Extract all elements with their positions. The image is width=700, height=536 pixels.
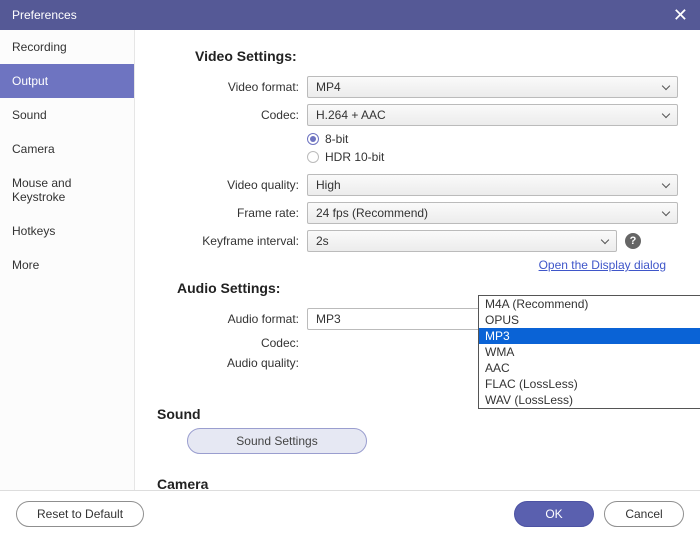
video-quality-select[interactable]: High: [307, 174, 678, 196]
chevron-down-icon: [662, 208, 670, 216]
dropdown-option[interactable]: M4A (Recommend): [479, 296, 700, 312]
keyframe-select[interactable]: 2s: [307, 230, 617, 252]
dropdown-option[interactable]: AAC: [479, 360, 700, 376]
sidebar-item-mouse-keystroke[interactable]: Mouse and Keystroke: [0, 166, 134, 214]
frame-rate-select[interactable]: 24 fps (Recommend): [307, 202, 678, 224]
chevron-down-icon: [601, 236, 609, 244]
sound-settings-button[interactable]: Sound Settings: [187, 428, 367, 454]
keyframe-label: Keyframe interval:: [157, 234, 307, 248]
video-format-select[interactable]: MP4: [307, 76, 678, 98]
radio-hdr[interactable]: HDR 10-bit: [307, 150, 384, 164]
dropdown-option[interactable]: OPUS: [479, 312, 700, 328]
ok-button[interactable]: OK: [514, 501, 594, 527]
radio-8bit[interactable]: 8-bit: [307, 132, 348, 146]
video-quality-label: Video quality:: [157, 178, 307, 192]
dropdown-option[interactable]: WMA: [479, 344, 700, 360]
cancel-button[interactable]: Cancel: [604, 501, 684, 527]
chevron-down-icon: [662, 110, 670, 118]
sidebar-item-hotkeys[interactable]: Hotkeys: [0, 214, 134, 248]
audio-format-label: Audio format:: [157, 312, 307, 326]
camera-section-heading: Camera: [157, 476, 678, 490]
audio-codec-label: Codec:: [157, 336, 307, 350]
sidebar-item-recording[interactable]: Recording: [0, 30, 134, 64]
title-bar: Preferences ✕: [0, 0, 700, 30]
sidebar: Recording Output Sound Camera Mouse and …: [0, 30, 135, 490]
video-codec-select[interactable]: H.264 + AAC: [307, 104, 678, 126]
reset-to-default-button[interactable]: Reset to Default: [16, 501, 144, 527]
video-codec-label: Codec:: [157, 108, 307, 122]
chevron-down-icon: [662, 180, 670, 188]
frame-rate-label: Frame rate:: [157, 206, 307, 220]
footer: Reset to Default OK Cancel: [0, 490, 700, 536]
dropdown-option[interactable]: FLAC (LossLess): [479, 376, 700, 392]
sidebar-item-more[interactable]: More: [0, 248, 134, 282]
chevron-down-icon: [662, 82, 670, 90]
audio-format-dropdown[interactable]: M4A (Recommend) OPUS MP3 WMA AAC FLAC (L…: [478, 295, 700, 409]
video-format-label: Video format:: [157, 80, 307, 94]
dropdown-option[interactable]: MP3: [479, 328, 700, 344]
help-icon[interactable]: ?: [625, 233, 641, 249]
sidebar-item-camera[interactable]: Camera: [0, 132, 134, 166]
sidebar-item-output[interactable]: Output: [0, 64, 134, 98]
audio-settings-heading: Audio Settings:: [177, 280, 678, 296]
dropdown-option[interactable]: WAV (LossLess): [479, 392, 700, 408]
audio-quality-label: Audio quality:: [157, 356, 307, 370]
content-pane: Video Settings: Video format: MP4 Codec:…: [135, 30, 700, 490]
video-settings-heading: Video Settings:: [195, 48, 678, 64]
close-icon[interactable]: ✕: [673, 6, 688, 24]
sidebar-item-sound[interactable]: Sound: [0, 98, 134, 132]
open-display-dialog-link[interactable]: Open the Display dialog: [157, 258, 666, 272]
window-title: Preferences: [12, 8, 77, 22]
